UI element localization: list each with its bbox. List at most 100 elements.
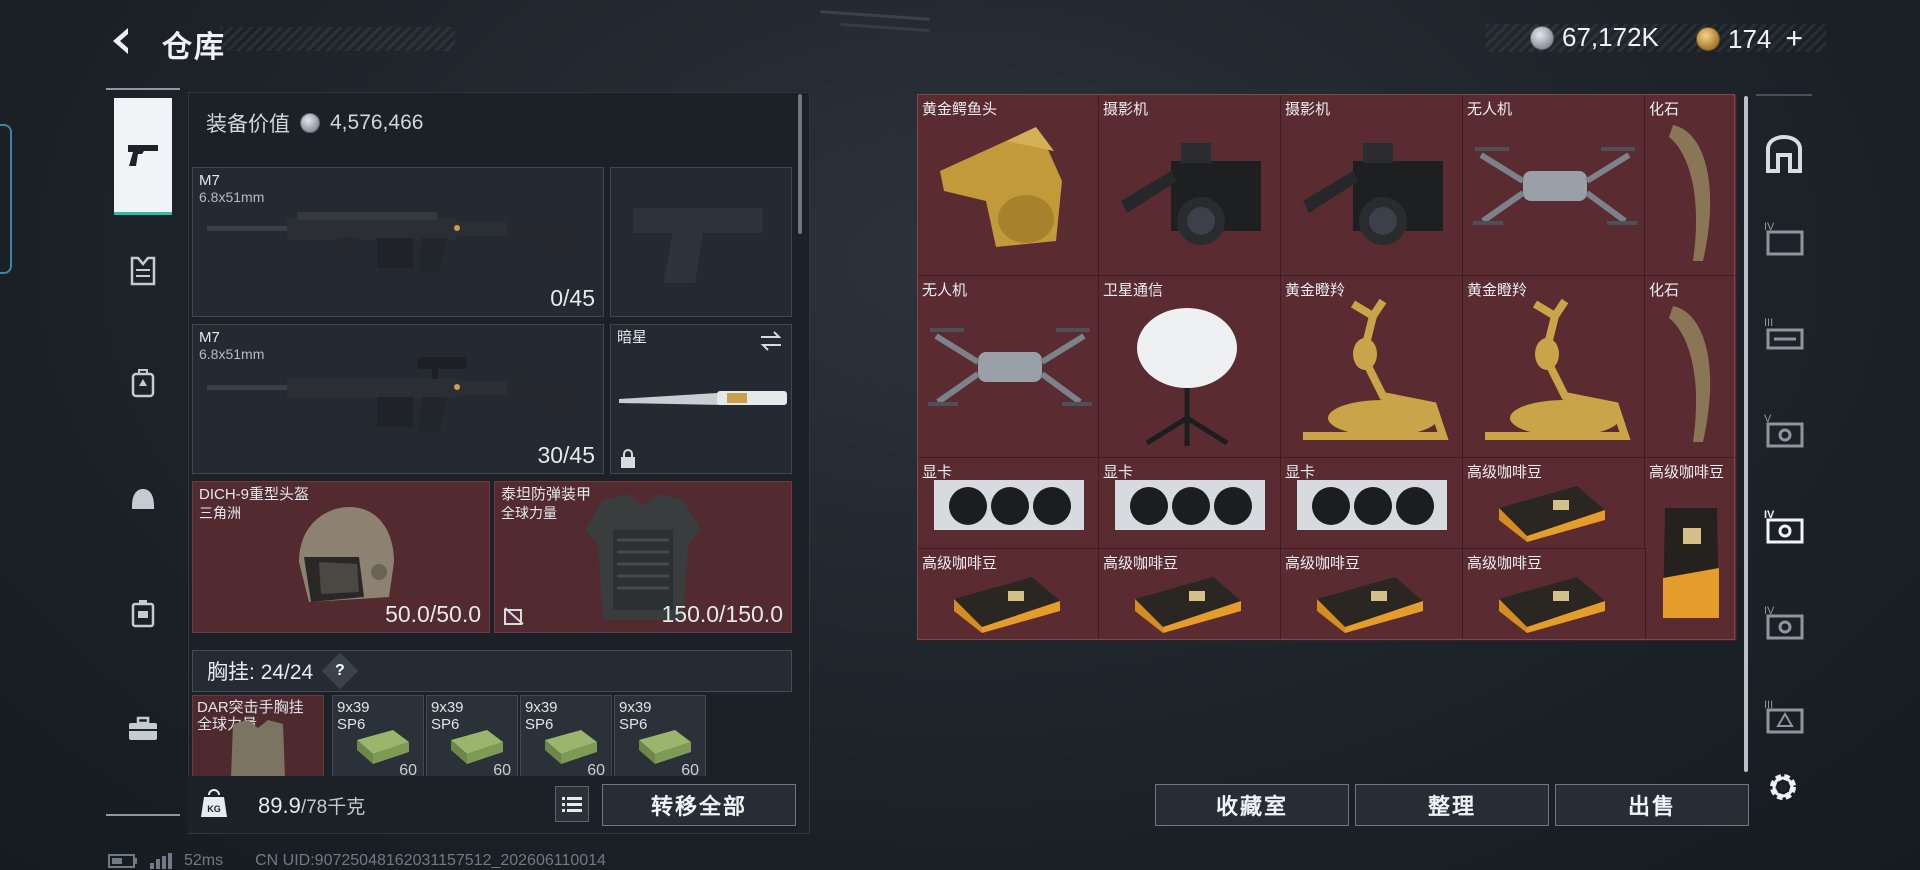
storage-item-fossil[interactable]: 化石 xyxy=(1644,275,1737,459)
storage-tab-3[interactable]: V xyxy=(1756,400,1812,460)
pistol-icon xyxy=(128,145,158,166)
helmet-slot[interactable]: DICH-9重型头盔 三角洲 50.0/50.0 xyxy=(192,481,490,633)
weight-icon: KG xyxy=(201,789,227,817)
side-drawer-tab[interactable] xyxy=(0,124,12,274)
case-icon xyxy=(131,600,155,628)
nav-toolbox[interactable] xyxy=(114,672,172,786)
secondary-weapon-slot[interactable]: M7 6.8x51mm 30/45 xyxy=(192,324,604,474)
storage-scrollbar[interactable] xyxy=(1744,96,1748,772)
storage-item-coffee[interactable]: 高级咖啡豆 xyxy=(1462,548,1646,641)
coffee-bag-image xyxy=(1135,577,1241,633)
storage-item-fossil[interactable]: 化石 xyxy=(1644,94,1737,277)
weight-current: 89.9 xyxy=(258,793,301,818)
storage-item-coffee[interactable]: 高级咖啡豆 xyxy=(1098,548,1282,641)
nav-helmet[interactable] xyxy=(114,442,172,556)
help-button[interactable]: ? xyxy=(321,652,359,690)
chest-rig-image xyxy=(231,720,285,776)
melee-slot[interactable]: 暗星 xyxy=(610,324,792,474)
storage-safe-icon: IV xyxy=(1764,605,1804,640)
lock-icon xyxy=(621,449,635,468)
settings-gear-icon[interactable] xyxy=(1766,770,1800,804)
storage-item-gpu[interactable]: 显卡 xyxy=(1098,457,1282,550)
coffee-bag-image xyxy=(954,577,1060,633)
ammo-slot[interactable]: 9x39 SP6 60 xyxy=(426,695,518,777)
pistol-placeholder-icon xyxy=(633,208,763,283)
chest-rig-slot[interactable]: DAR突击手胸挂 全球力量 xyxy=(192,695,324,777)
list-view-button[interactable] xyxy=(555,786,589,822)
storage-item-satcom[interactable]: 卫星通信 xyxy=(1098,275,1282,459)
storage-grid: 黄金鳄鱼头 摄影机 摄影机 无人机 化石 无人机 卫星通信 黄金瞪羚 黄金瞪羚 … xyxy=(917,94,1737,641)
storage-tab-4-active[interactable]: IV xyxy=(1756,496,1812,556)
camera-image xyxy=(1303,143,1443,245)
storage-item-gpu[interactable]: 显卡 xyxy=(917,457,1100,550)
storage-item-camera[interactable]: 摄影机 xyxy=(1098,94,1282,277)
storage-item-golden-gazelle[interactable]: 黄金瞪羚 xyxy=(1462,275,1646,459)
item-label: 摄影机 xyxy=(1103,101,1149,118)
back-button[interactable] xyxy=(104,24,140,58)
helmet-name: DICH-9重型头盔 xyxy=(199,486,310,503)
storage-tab-1[interactable]: IV xyxy=(1756,208,1812,268)
storage-item-camera[interactable]: 摄影机 xyxy=(1280,94,1464,277)
storage-item-coffee[interactable]: 高级咖啡豆 xyxy=(917,548,1100,641)
graphics-card-image xyxy=(934,480,1084,530)
storage-box-icon: III xyxy=(1764,699,1804,734)
title-decoration xyxy=(220,27,455,51)
chest-rig-bar: 胸挂: 24/24 ? xyxy=(192,650,792,692)
nav-armor[interactable] xyxy=(114,214,172,328)
coffee-bag-image xyxy=(1663,508,1719,618)
storage-tab-5[interactable]: IV xyxy=(1756,592,1812,652)
nav-container[interactable] xyxy=(114,556,172,670)
helmet-icon xyxy=(132,489,154,509)
nav-weapons[interactable] xyxy=(114,98,172,215)
equipment-value: 装备价值 4,576,466 xyxy=(206,108,423,138)
storage-home-tab[interactable] xyxy=(1756,124,1812,184)
transfer-all-button[interactable]: 转移全部 xyxy=(602,784,796,826)
gold-currency[interactable]: 174 + xyxy=(1696,22,1803,56)
organize-button[interactable]: 整理 xyxy=(1355,784,1549,826)
chest-rig-capacity: 24/24 xyxy=(260,661,314,684)
signal-icon xyxy=(150,853,172,869)
ammo-slot[interactable]: 9x39 SP6 60 xyxy=(614,695,706,777)
armor-slot[interactable]: 泰坦防弹装甲 全球力量 150.0/150.0 xyxy=(494,481,792,633)
silver-currency-value: 67,172K xyxy=(1562,22,1659,52)
nav-backpack[interactable] xyxy=(114,326,172,440)
add-currency-button[interactable]: + xyxy=(1785,22,1803,56)
sell-button[interactable]: 出售 xyxy=(1555,784,1749,826)
armor-name: 泰坦防弹装甲 xyxy=(501,486,592,503)
weight-display: 89.9/78千克 xyxy=(258,792,365,819)
ammo-box-image xyxy=(545,730,597,764)
storage-home-icon xyxy=(1766,135,1802,173)
gold-coin-icon xyxy=(1696,27,1720,51)
weapon-name: M7 xyxy=(199,329,220,346)
primary-weapon-slot[interactable]: M7 6.8x51mm 0/45 xyxy=(192,167,604,317)
fossil-claw-image xyxy=(1669,125,1711,261)
storage-item-golden-gazelle[interactable]: 黄金瞪羚 xyxy=(1280,275,1464,459)
list-icon xyxy=(562,797,582,812)
coffee-bag-image xyxy=(1499,486,1605,542)
item-label: 化石 xyxy=(1649,101,1680,118)
ammo-slot[interactable]: 9x39 SP6 60 xyxy=(332,695,424,777)
status-bar: 52ms CN UID:9072504816203115751​2_202606… xyxy=(108,852,606,870)
storage-tab-2[interactable]: III xyxy=(1756,304,1812,364)
storage-item-drone[interactable]: 无人机 xyxy=(1462,94,1646,277)
ammo-slot[interactable]: 9x39 SP6 60 xyxy=(520,695,612,777)
ammo-box-image xyxy=(357,730,409,764)
storage-item-coffee[interactable]: 高级咖啡豆 xyxy=(1280,548,1464,641)
silver-currency: 67,172K xyxy=(1530,22,1659,53)
storage-item-coffee[interactable]: 高级咖啡豆 xyxy=(1462,457,1646,550)
pistol-slot-empty[interactable] xyxy=(610,167,792,317)
storage-item-drone[interactable]: 无人机 xyxy=(917,275,1100,459)
back-arrow-icon xyxy=(113,28,128,54)
satellite-dish-image xyxy=(1137,308,1237,446)
svg-text:KG: KG xyxy=(207,804,221,814)
storage-item-coffee[interactable]: 高级咖啡豆 xyxy=(1644,457,1737,641)
storage-tab-6[interactable]: III xyxy=(1756,686,1812,746)
storage-item-gpu[interactable]: 显卡 xyxy=(1280,457,1464,550)
ammo-name: 9x39 xyxy=(525,699,558,716)
camera-image xyxy=(1121,143,1261,245)
help-icon: ? xyxy=(335,662,346,679)
storage-item-golden-croc[interactable]: 黄金鳄鱼头 xyxy=(917,94,1100,277)
collection-room-button[interactable]: 收藏室 xyxy=(1155,784,1349,826)
equipment-scrollbar[interactable] xyxy=(798,94,802,234)
ping-value: 52ms xyxy=(184,852,224,869)
